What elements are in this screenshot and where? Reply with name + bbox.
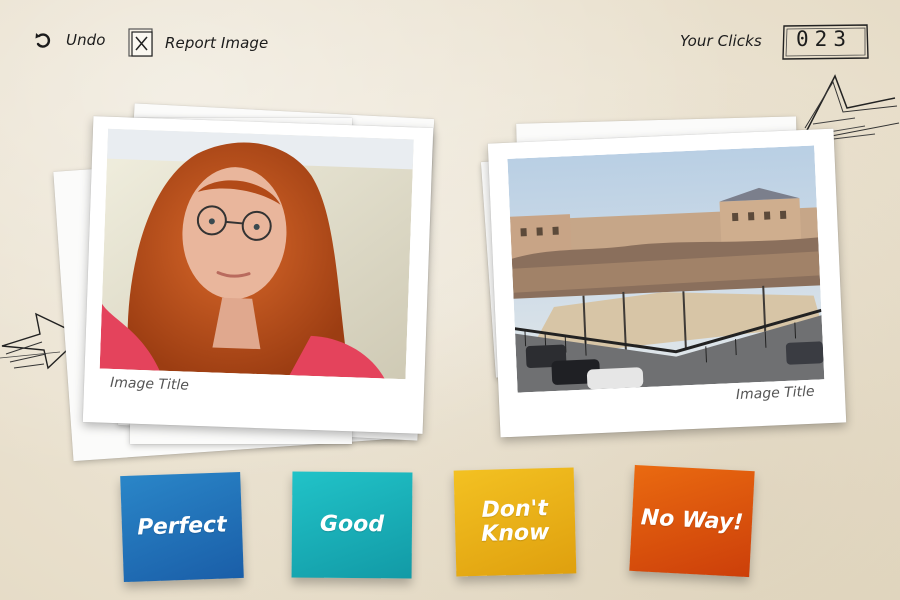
- report-image-button[interactable]: Report Image: [127, 26, 268, 60]
- no-way-button[interactable]: No Way!: [629, 464, 755, 578]
- good-label: Good: [319, 511, 385, 538]
- click-counter: 023: [781, 22, 871, 60]
- right-image-title: Image Title: [735, 383, 815, 404]
- undo-icon: [35, 33, 51, 48]
- left-image-title: Image Title: [109, 374, 190, 394]
- good-button[interactable]: Good: [291, 471, 413, 579]
- dont-know-label: Don't Know: [480, 496, 550, 547]
- left-photo: [99, 128, 414, 380]
- perfect-button[interactable]: Perfect: [120, 471, 244, 583]
- report-box-icon: [128, 28, 153, 57]
- undo-button[interactable]: Undo: [34, 30, 106, 50]
- your-clicks-label: Your Clicks: [680, 32, 762, 50]
- dont-know-button[interactable]: Don't Know: [453, 467, 577, 577]
- click-count-value: 023: [796, 27, 852, 51]
- right-photo: [507, 145, 825, 393]
- portrait-photo: [99, 128, 414, 380]
- undo-label: Undo: [66, 31, 106, 49]
- right-polaroid[interactable]: Image Title: [487, 128, 847, 438]
- left-polaroid[interactable]: Image Title: [82, 116, 434, 434]
- report-image-label: Report Image: [165, 34, 269, 52]
- perfect-label: Perfect: [136, 512, 228, 541]
- park-photo: [507, 145, 825, 393]
- no-way-label: No Way!: [640, 505, 744, 536]
